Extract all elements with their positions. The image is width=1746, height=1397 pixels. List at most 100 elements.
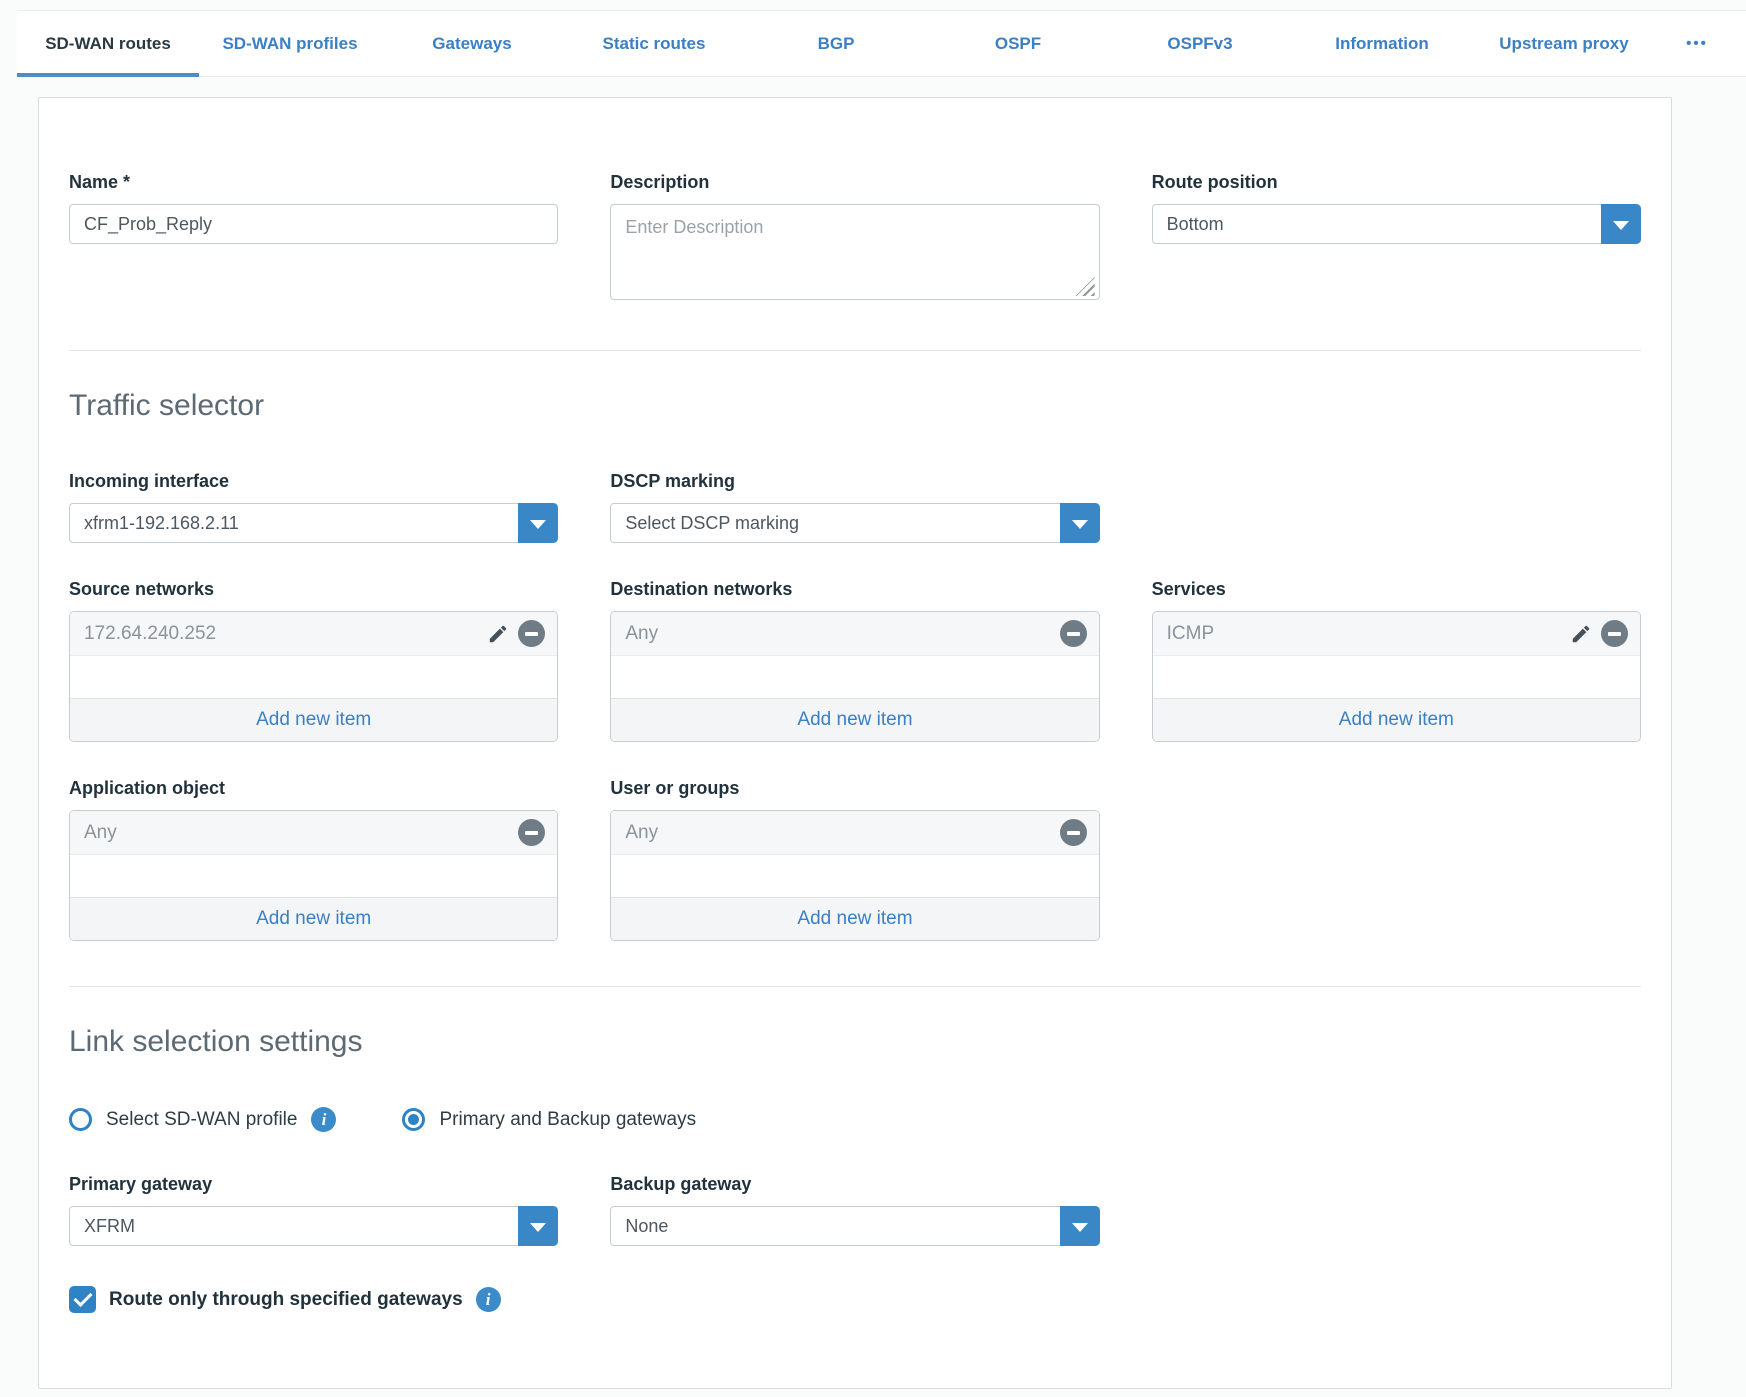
destination-networks-group: Destination networks Any Add new item xyxy=(610,579,1099,742)
source-networks-group: Source networks 172.64.240.252 Add new i… xyxy=(69,579,558,742)
backup-gateway-value: None xyxy=(625,1216,668,1237)
chevron-down-icon[interactable] xyxy=(1060,1206,1100,1246)
user-or-groups-panel: Any Add new item xyxy=(610,810,1099,941)
tab-sdwan-routes[interactable]: SD-WAN routes xyxy=(17,11,199,76)
user-or-groups-group: User or groups Any Add new item xyxy=(610,778,1099,941)
destination-networks-panel: Any Add new item xyxy=(610,611,1099,742)
description-textarea-wrap xyxy=(610,204,1099,305)
list-item-actions xyxy=(518,819,545,846)
list-item: ICMP xyxy=(1153,612,1640,656)
top-tab-bar: SD-WAN routes SD-WAN profiles Gateways S… xyxy=(17,10,1746,77)
networks-services-row: Source networks 172.64.240.252 Add new i… xyxy=(69,579,1641,742)
radio-unselected-icon[interactable] xyxy=(69,1108,92,1131)
chevron-down-icon[interactable] xyxy=(1060,503,1100,543)
radio-label: Select SD-WAN profile xyxy=(106,1109,297,1131)
tab-gateways[interactable]: Gateways xyxy=(381,11,563,76)
remove-minus-icon[interactable] xyxy=(1060,620,1087,647)
add-new-item-button[interactable]: Add new item xyxy=(70,698,557,741)
section-divider xyxy=(69,986,1641,987)
tab-upstream-proxy[interactable]: Upstream proxy xyxy=(1473,11,1655,76)
primary-gateway-field-group: Primary gateway XFRM xyxy=(69,1174,558,1246)
name-label: Name * xyxy=(69,172,558,193)
chevron-down-icon[interactable] xyxy=(1601,204,1641,244)
gateways-row: Primary gateway XFRM Backup gateway None xyxy=(69,1174,1641,1246)
checkbox-checked-icon[interactable] xyxy=(69,1286,96,1313)
description-label: Description xyxy=(610,172,1099,193)
remove-minus-icon[interactable] xyxy=(1601,620,1628,647)
remove-minus-icon[interactable] xyxy=(1060,819,1087,846)
incoming-interface-select[interactable]: xfrm1-192.168.2.11 xyxy=(69,503,558,543)
interface-dscp-row: Incoming interface xfrm1-192.168.2.11 DS… xyxy=(69,471,1641,543)
info-icon[interactable]: i xyxy=(311,1107,336,1132)
list-item: Any xyxy=(70,811,557,855)
dscp-marking-select[interactable]: Select DSCP marking xyxy=(610,503,1099,543)
application-object-panel: Any Add new item xyxy=(69,810,558,941)
list-item-value: Any xyxy=(625,623,658,645)
list-item-value: ICMP xyxy=(1167,623,1215,645)
list-item: 172.64.240.252 xyxy=(70,612,557,656)
sdwan-route-form-card: Name * Description Route position Bottom… xyxy=(38,97,1672,1389)
services-panel: ICMP Add new item xyxy=(1152,611,1641,742)
radio-label: Primary and Backup gateways xyxy=(439,1109,696,1131)
application-users-row: Application object Any Add new item User… xyxy=(69,778,1641,941)
dscp-marking-field-group: DSCP marking Select DSCP marking xyxy=(610,471,1099,543)
list-item-actions xyxy=(1060,620,1087,647)
list-item: Any xyxy=(611,612,1098,656)
list-empty-space xyxy=(70,855,557,897)
list-item-actions xyxy=(1570,620,1628,647)
user-or-groups-label: User or groups xyxy=(610,778,1099,799)
tab-ospf[interactable]: OSPF xyxy=(927,11,1109,76)
tab-ospfv3[interactable]: OSPFv3 xyxy=(1109,11,1291,76)
add-new-item-button[interactable]: Add new item xyxy=(70,897,557,940)
route-only-checkbox-label: Route only through specified gateways xyxy=(109,1289,463,1311)
more-tabs-icon[interactable]: ••• xyxy=(1655,11,1739,76)
primary-gateway-label: Primary gateway xyxy=(69,1174,558,1195)
tab-bgp[interactable]: BGP xyxy=(745,11,927,76)
chevron-down-icon[interactable] xyxy=(518,503,558,543)
route-position-select[interactable]: Bottom xyxy=(1152,204,1641,244)
list-item-actions xyxy=(487,620,545,647)
backup-gateway-select[interactable]: None xyxy=(610,1206,1099,1246)
services-group: Services ICMP Add new item xyxy=(1152,579,1641,742)
tab-sdwan-profiles[interactable]: SD-WAN profiles xyxy=(199,11,381,76)
add-new-item-button[interactable]: Add new item xyxy=(611,698,1098,741)
radio-primary-backup-gateways[interactable]: Primary and Backup gateways xyxy=(402,1108,696,1131)
remove-minus-icon[interactable] xyxy=(518,620,545,647)
primary-gateway-select[interactable]: XFRM xyxy=(69,1206,558,1246)
remove-minus-icon[interactable] xyxy=(518,819,545,846)
chevron-down-icon[interactable] xyxy=(518,1206,558,1246)
radio-selected-icon[interactable] xyxy=(402,1108,425,1131)
info-icon[interactable]: i xyxy=(476,1287,501,1312)
backup-gateway-field-group: Backup gateway None xyxy=(610,1174,1099,1246)
incoming-interface-field-group: Incoming interface xfrm1-192.168.2.11 xyxy=(69,471,558,543)
link-selection-radio-row: Select SD-WAN profile i Primary and Back… xyxy=(69,1107,1641,1132)
tab-information[interactable]: Information xyxy=(1291,11,1473,76)
list-empty-space xyxy=(611,656,1098,698)
route-only-checkbox-row: Route only through specified gateways i xyxy=(69,1286,1641,1313)
application-object-label: Application object xyxy=(69,778,558,799)
route-position-label: Route position xyxy=(1152,172,1641,193)
destination-networks-label: Destination networks xyxy=(610,579,1099,600)
incoming-interface-value: xfrm1-192.168.2.11 xyxy=(84,513,239,534)
description-textarea[interactable] xyxy=(610,204,1099,300)
tab-static-routes[interactable]: Static routes xyxy=(563,11,745,76)
link-selection-settings-title: Link selection settings xyxy=(69,1025,1641,1059)
source-networks-label: Source networks xyxy=(69,579,558,600)
edit-pencil-icon[interactable] xyxy=(1570,623,1592,645)
list-item-value: 172.64.240.252 xyxy=(84,623,216,645)
list-empty-space xyxy=(70,656,557,698)
radio-select-sdwan-profile[interactable]: Select SD-WAN profile i xyxy=(69,1107,336,1132)
section-divider xyxy=(69,350,1641,351)
edit-pencil-icon[interactable] xyxy=(487,623,509,645)
name-input[interactable] xyxy=(69,204,558,244)
services-label: Services xyxy=(1152,579,1641,600)
list-item-value: Any xyxy=(625,822,658,844)
incoming-interface-label: Incoming interface xyxy=(69,471,558,492)
add-new-item-button[interactable]: Add new item xyxy=(611,897,1098,940)
list-empty-space xyxy=(1153,656,1640,698)
list-item-value: Any xyxy=(84,822,117,844)
description-field-group: Description xyxy=(610,172,1099,305)
route-position-value: Bottom xyxy=(1167,214,1224,235)
add-new-item-button[interactable]: Add new item xyxy=(1153,698,1640,741)
list-empty-space xyxy=(611,855,1098,897)
